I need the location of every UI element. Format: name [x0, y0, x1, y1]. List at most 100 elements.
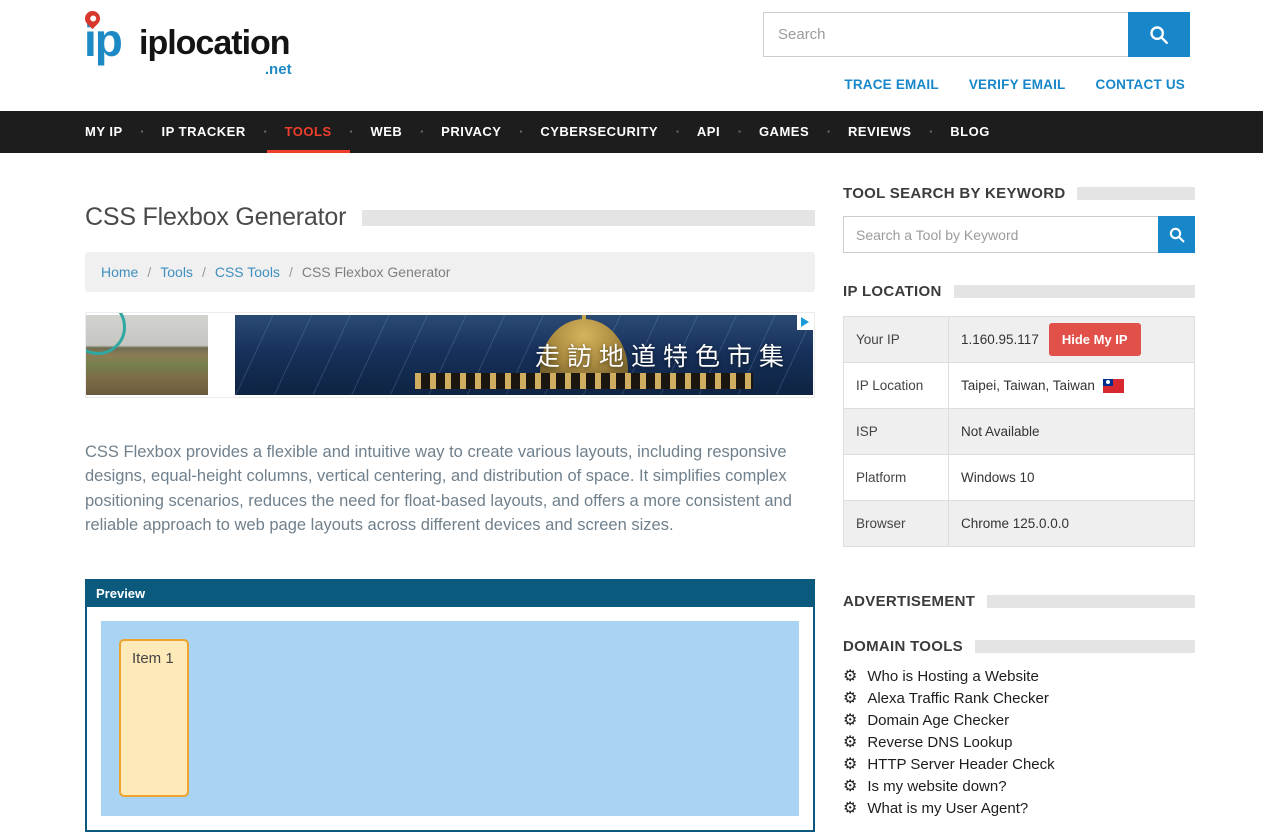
domain-tool-label: Who is Hosting a Website [867, 669, 1038, 685]
gear-icon: ⚙ [843, 779, 857, 795]
ip-location-value: Taipei, Taiwan, Taiwan [961, 378, 1095, 393]
nav-item-api[interactable]: API [679, 111, 738, 153]
breadcrumb-current: CSS Flexbox Generator [302, 264, 451, 280]
table-row: Browser Chrome 125.0.0.0 [844, 501, 1194, 547]
advertisement-heading: ADVERTISEMENT [843, 593, 1195, 610]
nav-item-cybersecurity[interactable]: CYBERSECURITY [522, 111, 676, 153]
domain-tools-heading-text: DOMAIN TOOLS [843, 638, 963, 655]
domain-tool-hosting[interactable]: ⚙ Who is Hosting a Website [843, 669, 1195, 685]
nav-item-privacy[interactable]: PRIVACY [423, 111, 519, 153]
tool-search-heading: TOOL SEARCH BY KEYWORD [843, 185, 1195, 202]
logo-name: iplocation [139, 24, 290, 62]
breadcrumb-tools[interactable]: Tools [160, 264, 193, 280]
site-logo[interactable]: ip iplocation .net [84, 10, 290, 70]
nav-item-tools[interactable]: TOOLS [267, 111, 350, 153]
site-header: ip iplocation .net TRACE EMAIL VERIFY EM… [0, 0, 1263, 111]
trace-email-link[interactable]: TRACE EMAIL [844, 77, 938, 92]
ad-headline: 走訪地道特色市集 [535, 337, 791, 373]
breadcrumb-css-tools[interactable]: CSS Tools [215, 264, 280, 280]
row-label: Your IP [844, 317, 949, 362]
page-title-row: CSS Flexbox Generator [85, 203, 815, 232]
advertisement-heading-text: ADVERTISEMENT [843, 593, 975, 610]
ip-location-heading-text: IP LOCATION [843, 283, 942, 300]
gear-icon: ⚙ [843, 669, 857, 685]
breadcrumb-home[interactable]: Home [101, 264, 138, 280]
table-row: ISP Not Available [844, 409, 1194, 455]
domain-tools-heading: DOMAIN TOOLS [843, 638, 1195, 655]
your-ip-value: 1.160.95.117 [961, 332, 1039, 347]
domain-tool-reverse-dns[interactable]: ⚙ Reverse DNS Lookup [843, 735, 1195, 751]
search-icon [1148, 24, 1170, 46]
gear-icon: ⚙ [843, 801, 857, 817]
ip-location-heading: IP LOCATION [843, 283, 1195, 300]
preview-panel: Preview Item 1 [85, 579, 815, 832]
taiwan-flag-icon [1103, 379, 1124, 393]
domain-tool-label: HTTP Server Header Check [867, 757, 1054, 773]
browser-value: Chrome 125.0.0.0 [949, 501, 1194, 546]
gear-icon: ⚙ [843, 691, 857, 707]
sidebar: TOOL SEARCH BY KEYWORD IP LOCATION Your … [843, 153, 1195, 823]
verify-email-link[interactable]: VERIFY EMAIL [969, 77, 1066, 92]
main-nav: MY IP ▪ IP TRACKER ▪ TOOLS ▪ WEB ▪ PRIVA… [0, 111, 1263, 153]
table-row: Platform Windows 10 [844, 455, 1194, 501]
flex-preview-item: Item 1 [119, 639, 189, 797]
page: ip iplocation .net TRACE EMAIL VERIFY EM… [0, 0, 1263, 840]
domain-tool-label: Is my website down? [867, 779, 1006, 795]
decorative-bar [975, 640, 1195, 653]
domain-tool-website-down[interactable]: ⚙ Is my website down? [843, 779, 1195, 795]
decorative-bar [362, 210, 815, 226]
domain-tool-label: Alexa Traffic Rank Checker [867, 691, 1048, 707]
contact-us-link[interactable]: CONTACT US [1096, 77, 1186, 92]
isp-value: Not Available [949, 409, 1194, 454]
breadcrumb-separator: / [147, 264, 151, 280]
tool-search-input[interactable] [843, 216, 1158, 253]
flex-preview-container: Item 1 [101, 621, 799, 816]
row-label: Browser [844, 501, 949, 546]
domain-tool-domain-age[interactable]: ⚙ Domain Age Checker [843, 713, 1195, 729]
nav-item-web[interactable]: WEB [352, 111, 420, 153]
logo-pin-icon: ip [84, 10, 136, 70]
adchoices-icon[interactable] [797, 314, 813, 330]
domain-tool-alexa-rank[interactable]: ⚙ Alexa Traffic Rank Checker [843, 691, 1195, 707]
row-label: ISP [844, 409, 949, 454]
header-search-input[interactable] [763, 12, 1128, 57]
gear-icon: ⚙ [843, 757, 857, 773]
nav-item-ip-tracker[interactable]: IP TRACKER [144, 111, 264, 153]
header-search [763, 12, 1190, 57]
logo-text: iplocation .net [139, 24, 290, 63]
tool-search [843, 216, 1195, 253]
adchoices-triangle [801, 317, 809, 327]
ad-banner[interactable]: 走訪地道特色市集 [85, 312, 815, 398]
nav-item-blog[interactable]: BLOG [932, 111, 1008, 153]
nav-item-reviews[interactable]: REVIEWS [830, 111, 929, 153]
domain-tool-label: Reverse DNS Lookup [867, 735, 1012, 751]
header-links: TRACE EMAIL VERIFY EMAIL CONTACT US [844, 77, 1185, 92]
preview-panel-body: Item 1 [87, 607, 813, 830]
tool-search-button[interactable] [1158, 216, 1195, 253]
logo-tld: .net [265, 61, 292, 78]
decorative-bar [1077, 187, 1195, 200]
ad-spire-graphic [582, 315, 586, 321]
platform-value: Windows 10 [949, 455, 1194, 500]
hide-my-ip-button[interactable]: Hide My IP [1049, 323, 1141, 356]
breadcrumb-separator: / [289, 264, 293, 280]
nav-item-games[interactable]: GAMES [741, 111, 827, 153]
header-search-button[interactable] [1128, 12, 1190, 57]
gear-icon: ⚙ [843, 735, 857, 751]
row-value: Taipei, Taiwan, Taiwan [949, 363, 1194, 408]
nav-item-my-ip[interactable]: MY IP [85, 111, 141, 153]
decorative-bar [954, 285, 1195, 298]
page-title: CSS Flexbox Generator [85, 203, 346, 232]
tool-search-heading-text: TOOL SEARCH BY KEYWORD [843, 185, 1065, 202]
page-description: CSS Flexbox provides a flexible and intu… [85, 440, 815, 537]
gear-icon: ⚙ [843, 713, 857, 729]
main-content: CSS Flexbox Generator Home / Tools / CSS… [85, 153, 815, 832]
row-label: Platform [844, 455, 949, 500]
domain-tool-user-agent[interactable]: ⚙ What is my User Agent? [843, 801, 1195, 817]
row-label: IP Location [844, 363, 949, 408]
domain-tools-list: ⚙ Who is Hosting a Website ⚙ Alexa Traff… [843, 669, 1195, 817]
breadcrumb-separator: / [202, 264, 206, 280]
ad-building-lights [415, 373, 753, 389]
preview-panel-header: Preview [87, 581, 813, 607]
domain-tool-http-header[interactable]: ⚙ HTTP Server Header Check [843, 757, 1195, 773]
